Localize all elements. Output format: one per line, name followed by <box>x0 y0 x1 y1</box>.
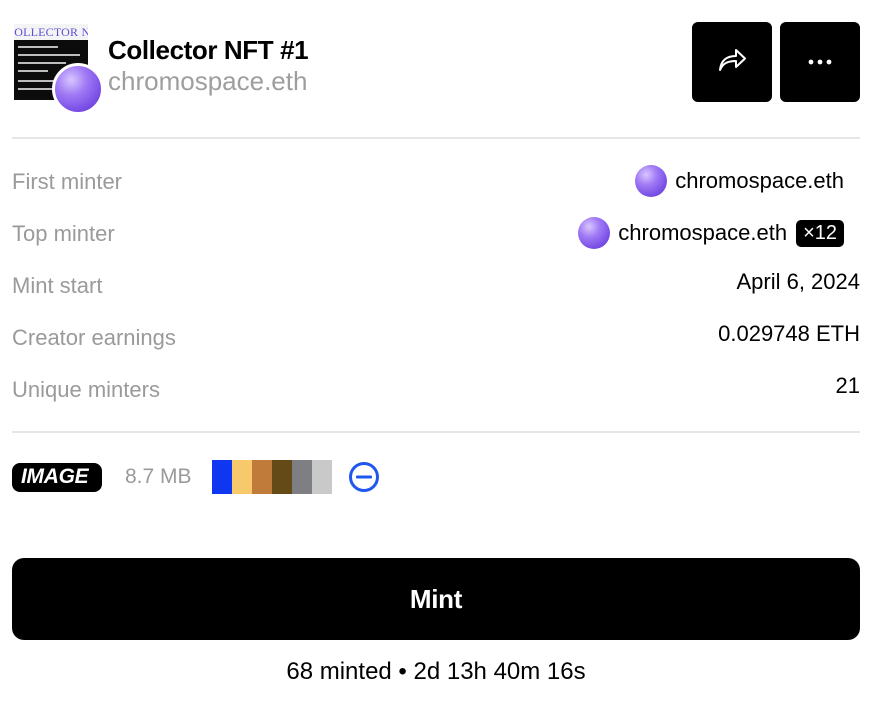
color-swatch <box>252 460 272 494</box>
thumbnail-text-line <box>18 88 54 90</box>
unique-minters-value: 21 <box>835 373 860 398</box>
more-options-button[interactable] <box>780 22 860 102</box>
nft-title: Collector NFT #1 <box>108 35 309 65</box>
media-type-badge: IMAGE <box>12 463 103 492</box>
creator-earnings-value: 0.029748 ETH <box>718 321 860 346</box>
top-minter-label: Top minter <box>12 221 115 246</box>
mint-count-badge: ×12 <box>796 219 844 247</box>
more-dots-icon <box>807 53 833 71</box>
divider <box>12 137 860 139</box>
top-minter-value[interactable]: chromospace.eth ×12 <box>578 217 844 249</box>
mint-button[interactable]: Mint <box>12 558 860 640</box>
blue-circle-minus-icon[interactable] <box>348 461 380 493</box>
mint-status: 68 minted • 2d 13h 40m 16s <box>286 658 586 685</box>
color-swatch <box>212 460 232 494</box>
color-swatch <box>312 460 332 494</box>
thumbnail-caption: COLLECTOR N <box>14 25 88 39</box>
mint-start-value: April 6, 2024 <box>736 269 860 294</box>
file-size: 8.7 MB <box>125 465 192 488</box>
minter-avatar <box>578 217 611 249</box>
mint-start-label: Mint start <box>12 273 103 298</box>
first-minter-name[interactable]: chromospace.eth <box>675 168 844 194</box>
first-minter-value[interactable]: chromospace.eth <box>635 165 844 197</box>
thumbnail-text-line <box>18 46 58 48</box>
share-arrow-icon <box>717 47 747 78</box>
unique-minters-row: Unique minters 21 <box>12 372 860 408</box>
first-minter-label: First minter <box>12 169 122 194</box>
nft-mint-panel: COLLECTOR N Collector NFT #1 chromospace… <box>0 0 890 702</box>
color-swatch <box>232 460 252 494</box>
thumbnail-text-line <box>18 54 80 56</box>
creator-name-link[interactable]: chromospace.eth <box>108 66 307 97</box>
minter-avatar <box>635 165 668 197</box>
unique-minters-label: Unique minters <box>12 377 160 402</box>
divider <box>12 431 860 433</box>
thumbnail-text-line <box>18 70 48 72</box>
color-palette <box>212 460 332 494</box>
color-swatch <box>272 460 292 494</box>
header: COLLECTOR N Collector NFT #1 chromospace… <box>12 22 860 115</box>
top-minter-name[interactable]: chromospace.eth <box>618 220 787 246</box>
share-button[interactable] <box>692 22 772 102</box>
creator-earnings-label: Creator earnings <box>12 325 176 350</box>
creator-avatar[interactable] <box>52 63 104 115</box>
mint-start-row: Mint start April 6, 2024 <box>12 268 860 304</box>
color-swatch <box>292 460 312 494</box>
first-minter-row: First minter chromospace.eth <box>12 164 860 200</box>
creator-earnings-row: Creator earnings 0.029748 ETH <box>12 320 860 356</box>
top-minter-row: Top minter chromospace.eth ×12 <box>12 216 860 252</box>
media-info-row: IMAGE 8.7 MB <box>12 460 860 496</box>
thumbnail-text-line <box>18 62 66 64</box>
